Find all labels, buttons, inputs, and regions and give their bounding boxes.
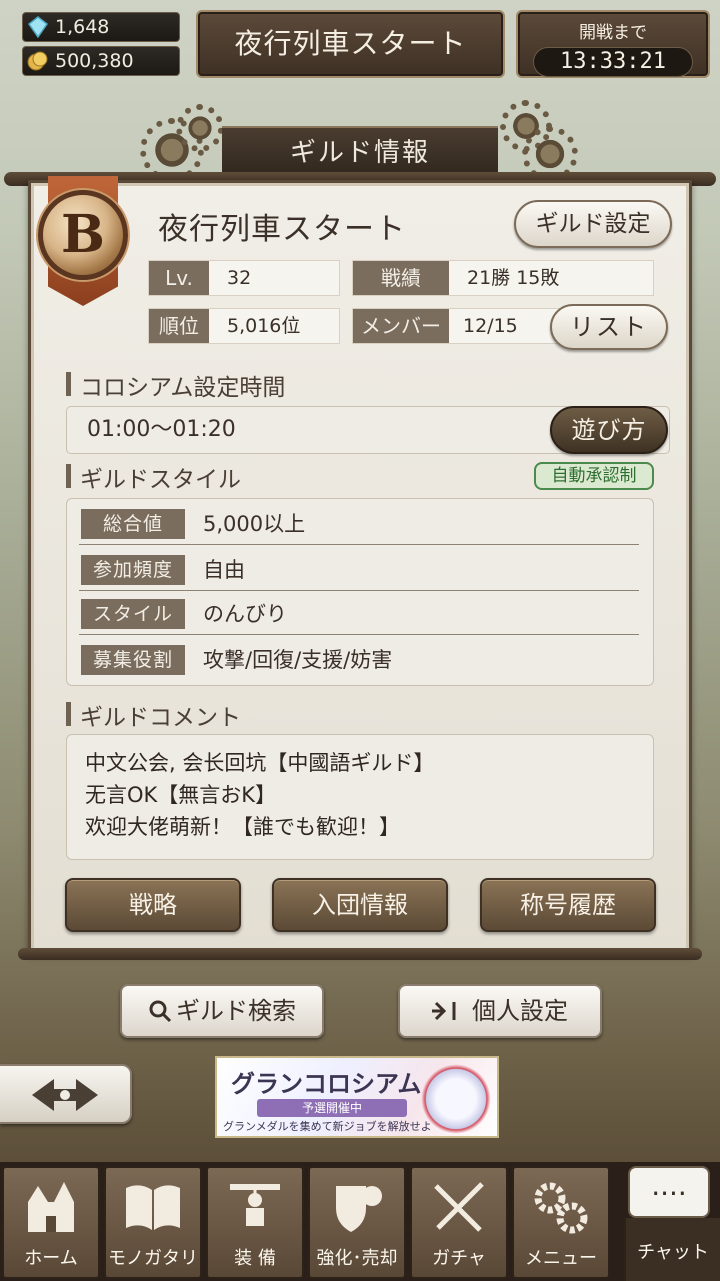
comment-heading: ギルドコメント [66,698,241,732]
mannequin-icon [230,1184,280,1226]
nav-gacha[interactable]: ガチャ [410,1166,508,1279]
level-value: 32 [227,267,252,289]
timer-label: 開戦まで [579,23,647,43]
comment-line: 欢迎大佬萌新！【誰でも歓迎！】 [85,815,400,839]
guild-search-button[interactable]: ギルド検索 [120,984,324,1038]
gem-count: 1,648 [55,16,110,38]
colosseum-heading: コロシアム設定時間 [66,368,285,402]
level-label: Lv. [149,261,209,295]
level-stat: Lv. 32 [148,260,340,296]
member-value: 12/15 [463,315,518,337]
style-value: 5,000以上 [203,512,306,536]
style-value: 自由 [203,558,245,582]
nav-label: メニュー [525,1248,597,1269]
gears-icon [534,1182,588,1234]
coin-count: 500,380 [55,50,134,72]
guild-name-header[interactable]: 夜行列車スタート [196,10,505,78]
guild-comment: 中文公会, 会长回坑【中國語ギルド】 无言OK【無言おK】 欢迎大佬萌新！【誰で… [66,734,654,860]
nav-enhance[interactable]: 強化･売却 [308,1166,406,1279]
guild-rank-badge: B [36,176,130,316]
nav-story[interactable]: モノガタリ [104,1166,202,1279]
battle-timer: 開戦まで 13:33:21 [516,10,710,78]
banner-title: グランコロシアム [231,1069,422,1098]
comment-line: 中文公会, 会长回坑【中國語ギルド】 [85,751,435,775]
personal-settings-label: 個人設定 [472,997,568,1025]
guild-style-box: 総合値 5,000以上 参加頻度 自由 スタイル のんびり 募集役割 攻撃/回復… [66,498,654,686]
record-label: 戦績 [353,261,449,295]
gem-counter: 1,648 [22,12,180,42]
join-info-button[interactable]: 入団情報 [272,878,448,932]
coin-icon [27,51,48,71]
personal-settings-button[interactable]: 個人設定 [398,984,602,1038]
member-stat: メンバー 12/15 [352,308,574,344]
style-row-total: 総合値 5,000以上 [79,501,639,545]
nav-menu[interactable]: メニュー [512,1166,610,1279]
auto-approval-badge: 自動承認制 [534,462,654,490]
back-button[interactable] [0,1064,132,1124]
banner-character-art [421,1064,491,1134]
style-row-style: スタイル のんびり [79,591,639,635]
ranking-value: 5,016位 [227,315,301,337]
member-list-button[interactable]: リスト [550,304,668,350]
crossed-swords-icon [434,1182,484,1232]
ranking-stat: 順位 5,016位 [148,308,340,344]
nav-label: 強化･売却 [316,1248,398,1269]
guild-search-label: ギルド検索 [176,997,296,1025]
grand-colosseum-banner[interactable]: グランコロシアム 予選開催中 グランメダルを集めて新ジョブを解放せよ [215,1056,499,1138]
style-value: のんびり [203,602,287,626]
howto-button[interactable]: 遊び方 [550,406,668,454]
nav-label: ホーム [24,1248,78,1269]
guild-name: 夜行列車スタート [158,212,406,247]
style-row-frequency: 参加頻度 自由 [79,547,639,591]
title-history-button[interactable]: 称号履歴 [480,878,656,932]
style-value: 攻撃/回復/支援/妨害 [203,648,393,672]
style-heading: ギルドスタイル [66,460,241,494]
timer-value: 13:33:21 [533,47,693,77]
style-label: 参加頻度 [81,555,185,585]
chat-bubble-icon[interactable]: .... [628,1166,710,1218]
nav-equip[interactable]: 装 備 [206,1166,304,1279]
guild-settings-button[interactable]: ギルド設定 [514,200,672,248]
nav-label: 装 備 [234,1248,276,1269]
ranking-label: 順位 [149,309,209,343]
member-label: メンバー [353,309,449,343]
nav-chat[interactable]: チャット [624,1218,720,1281]
style-row-roles: 募集役割 攻撃/回復/支援/妨害 [79,637,639,681]
page-title: ギルド情報 [222,126,498,178]
strategy-button[interactable]: 戦略 [65,878,241,932]
gem-icon [27,16,49,38]
rank-letter: B [38,190,128,280]
record-stat: 戦績 21勝 15敗 [352,260,654,296]
nav-label: ガチャ [432,1248,486,1269]
comment-line: 无言OK【無言おK】 [85,783,277,807]
shield-icon [336,1186,382,1232]
castle-icon [28,1182,74,1232]
banner-subtitle: 予選開催中 [257,1099,407,1117]
banner-caption: グランメダルを集めて新ジョブを解放せよ [223,1120,432,1133]
style-label: 募集役割 [81,645,185,675]
coin-counter: 500,380 [22,46,180,76]
record-value: 21勝 15敗 [467,267,560,289]
nav-label: モノガタリ [108,1248,198,1269]
back-arrow-icon [32,1079,98,1111]
panel-rail-bottom [18,948,702,960]
search-icon [149,1000,172,1023]
book-icon [126,1185,180,1230]
nav-home[interactable]: ホーム [2,1166,100,1279]
gear-decoration-left-small [176,104,224,152]
style-label: 総合値 [81,509,185,539]
style-label: スタイル [81,599,185,629]
enter-icon [432,1001,456,1021]
